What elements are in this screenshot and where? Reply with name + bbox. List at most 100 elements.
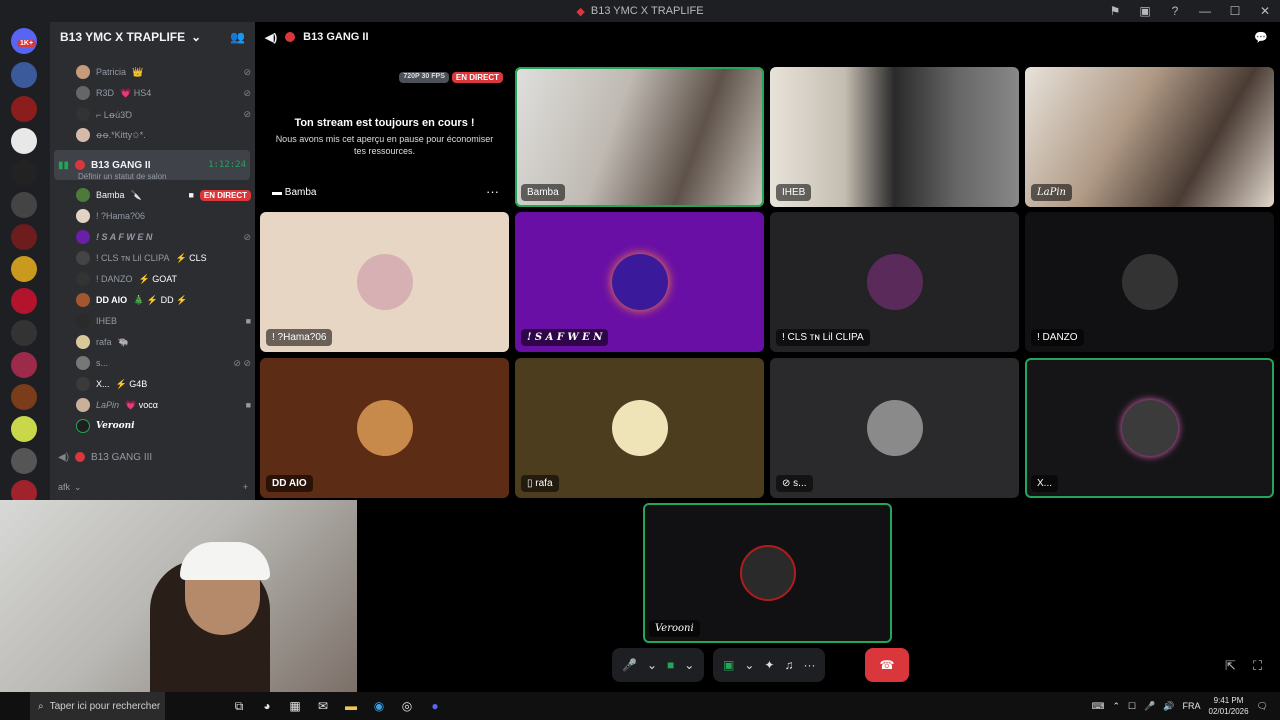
voice-channel-b13-gang-iii[interactable]: ◀) B13 GANG III — [54, 442, 250, 472]
voice-user[interactable]: IHEB ■ — [76, 311, 251, 331]
tile-label: Bamba — [521, 184, 565, 201]
avatar-tile[interactable]: ! DANZO — [1025, 212, 1274, 352]
close-button[interactable]: ✕ — [1250, 4, 1280, 18]
help-icon[interactable]: ? — [1160, 4, 1190, 18]
server-icon[interactable] — [11, 160, 37, 186]
server-header[interactable]: B13 YMC X TRAPLIFE ⌄ 👥 — [50, 22, 255, 52]
chevron-down-icon[interactable]: ⌄ — [684, 658, 694, 672]
chevron-down-icon[interactable]: ⌄ — [744, 658, 754, 672]
screen-share-icon[interactable]: ▣ — [723, 658, 734, 672]
voice-user[interactable]: ! S A F W E N ⊘ — [76, 227, 251, 247]
inbox-icon[interactable]: ⚑ — [1100, 4, 1130, 18]
video-tile[interactable]: LaPin — [1025, 67, 1274, 207]
minimize-button[interactable]: — — [1190, 4, 1220, 18]
app-icon[interactable]: ◎ — [393, 699, 421, 713]
avatar-tile[interactable]: X... — [1025, 358, 1274, 498]
status-icon — [75, 452, 86, 462]
server-icon[interactable] — [11, 384, 37, 410]
fullscreen-icon[interactable]: ⛶ — [1253, 658, 1262, 674]
stream-tile[interactable]: 720P 30 FPS EN DIRECT Ton stream est tou… — [260, 67, 509, 207]
server-icon[interactable] — [11, 96, 37, 122]
server-icon[interactable] — [11, 288, 37, 314]
more-options-icon[interactable]: ··· — [486, 184, 499, 199]
chevron-down-icon[interactable]: ⌄ — [647, 658, 657, 672]
server-icon[interactable] — [11, 192, 37, 218]
avatar-tile[interactable]: Verooni — [643, 503, 892, 643]
voice-user[interactable]: ! DANZO ⚡ GOAT — [76, 269, 251, 289]
server-icon[interactable] — [11, 224, 37, 250]
discord-icon[interactable]: ● — [421, 699, 449, 713]
screen-icon[interactable]: ▣ — [1130, 4, 1160, 18]
keyboard-icon[interactable]: ⌨ — [1091, 701, 1104, 712]
muted-icon: ⊘ ⊘ — [233, 357, 251, 368]
avatar — [76, 272, 90, 286]
chat-icon[interactable]: 💬 — [1254, 31, 1268, 44]
maximize-button[interactable]: ☐ — [1220, 4, 1250, 18]
server-icon[interactable] — [11, 320, 37, 346]
camera-icon[interactable]: ■ — [667, 658, 674, 672]
voice-user[interactable]: DD AIO 🎄 ⚡ DD ⚡ — [76, 290, 251, 310]
screen-share-icon: ▬ — [272, 187, 285, 198]
voice-user[interactable]: ⌐ Lꝋú3Ꝺ ⊘ — [76, 104, 251, 124]
mail-icon[interactable]: ✉ — [309, 699, 337, 713]
task-view-icon[interactable]: ⧉ — [225, 699, 253, 714]
voice-user[interactable]: ! CLS ᴛɴ Lil CLIPA ⚡ CLS — [76, 248, 251, 268]
popout-icon[interactable]: ⇱ — [1225, 658, 1236, 674]
avatar-tile[interactable]: ▯ rafa — [515, 358, 764, 498]
voice-user[interactable]: Patricia 👑 ⊘ — [76, 62, 251, 82]
category-afk[interactable]: afk ⌄ + — [58, 482, 248, 493]
disconnect-button[interactable]: ☎ — [865, 648, 909, 682]
edge-icon[interactable]: ◉ — [365, 699, 393, 713]
speaker-icon: ◀) — [58, 451, 70, 463]
avatar — [1121, 400, 1178, 456]
voice-user[interactable]: rafa 🐃 — [76, 332, 251, 352]
server-icon[interactable] — [11, 256, 37, 282]
server-icon[interactable] — [11, 448, 37, 474]
server-name: B13 YMC X TRAPLIFE — [60, 30, 186, 44]
voice-user[interactable]: s... ⊘ ⊘ — [76, 353, 251, 373]
server-icon[interactable] — [11, 62, 37, 88]
voice-user[interactable]: R3D 💗 HS4 ⊘ — [76, 83, 251, 103]
channel-status-input[interactable]: Définir un statut de salon — [78, 172, 167, 181]
avatar-tile[interactable]: ! ?Hama?06 — [260, 212, 509, 352]
video-tile[interactable]: IHEB — [770, 67, 1019, 207]
copilot-icon[interactable]: ◕ — [253, 699, 281, 713]
voice-user[interactable]: Verooni — [76, 416, 251, 436]
volume-icon[interactable]: 🔊 — [1163, 701, 1174, 712]
video-tile[interactable]: Bamba — [515, 67, 764, 207]
server-icon[interactable] — [11, 352, 37, 378]
voice-activity-icon: ▮▮ — [58, 159, 70, 171]
add-member-icon[interactable]: 👥 — [230, 30, 245, 44]
notification-icon[interactable]: 🗨 — [1257, 701, 1268, 712]
activities-icon[interactable]: ✦ — [764, 658, 774, 672]
avatar — [739, 545, 796, 601]
avatar-tile[interactable]: ! CLS ᴛɴ Lil CLIPA — [770, 212, 1019, 352]
server-icon[interactable] — [11, 416, 37, 442]
avatar-tile[interactable]: DD AIO — [260, 358, 509, 498]
language-indicator[interactable]: FRA — [1183, 701, 1201, 711]
store-icon[interactable]: ▦ — [281, 699, 309, 713]
folder-icon[interactable]: ▬ — [337, 699, 365, 713]
voice-user[interactable]: ! ?Hama?06 — [76, 206, 251, 226]
voice-user[interactable]: Bamba 🔪 ■ EN DIRECT — [76, 185, 251, 205]
voice-user[interactable]: X... ⚡ G4B — [76, 374, 251, 394]
avatar — [76, 86, 90, 100]
more-options-icon[interactable]: ··· — [803, 658, 815, 672]
speaker-icon: ◀) — [265, 31, 278, 44]
add-channel-icon[interactable]: + — [243, 482, 248, 493]
clock[interactable]: 9:41 PM 02/01/2026 — [1209, 695, 1249, 717]
server-list: 1K+ — [0, 22, 50, 506]
avatar — [76, 251, 90, 265]
server-icon[interactable] — [11, 128, 37, 154]
phone-hangup-icon: ☎ — [879, 658, 895, 672]
chevron-up-icon[interactable]: ⌃ — [1112, 701, 1120, 712]
soundboard-icon[interactable]: ♫ — [784, 658, 793, 672]
taskbar-search[interactable]: ⌕ Taper ici pour rechercher — [30, 692, 165, 720]
microphone-icon[interactable]: 🎤 — [1144, 701, 1155, 712]
avatar-tile[interactable]: ⊘ s... — [770, 358, 1019, 498]
network-icon[interactable]: ☐ — [1128, 701, 1136, 712]
voice-user[interactable]: LaPin 💗 vocα ■ — [76, 395, 251, 415]
avatar-tile[interactable]: ! S A F W E N — [515, 212, 764, 352]
voice-user[interactable]: ꝋꝋ.*Kitty✩*. — [76, 125, 251, 145]
microphone-icon[interactable]: 🎤 — [622, 658, 637, 672]
